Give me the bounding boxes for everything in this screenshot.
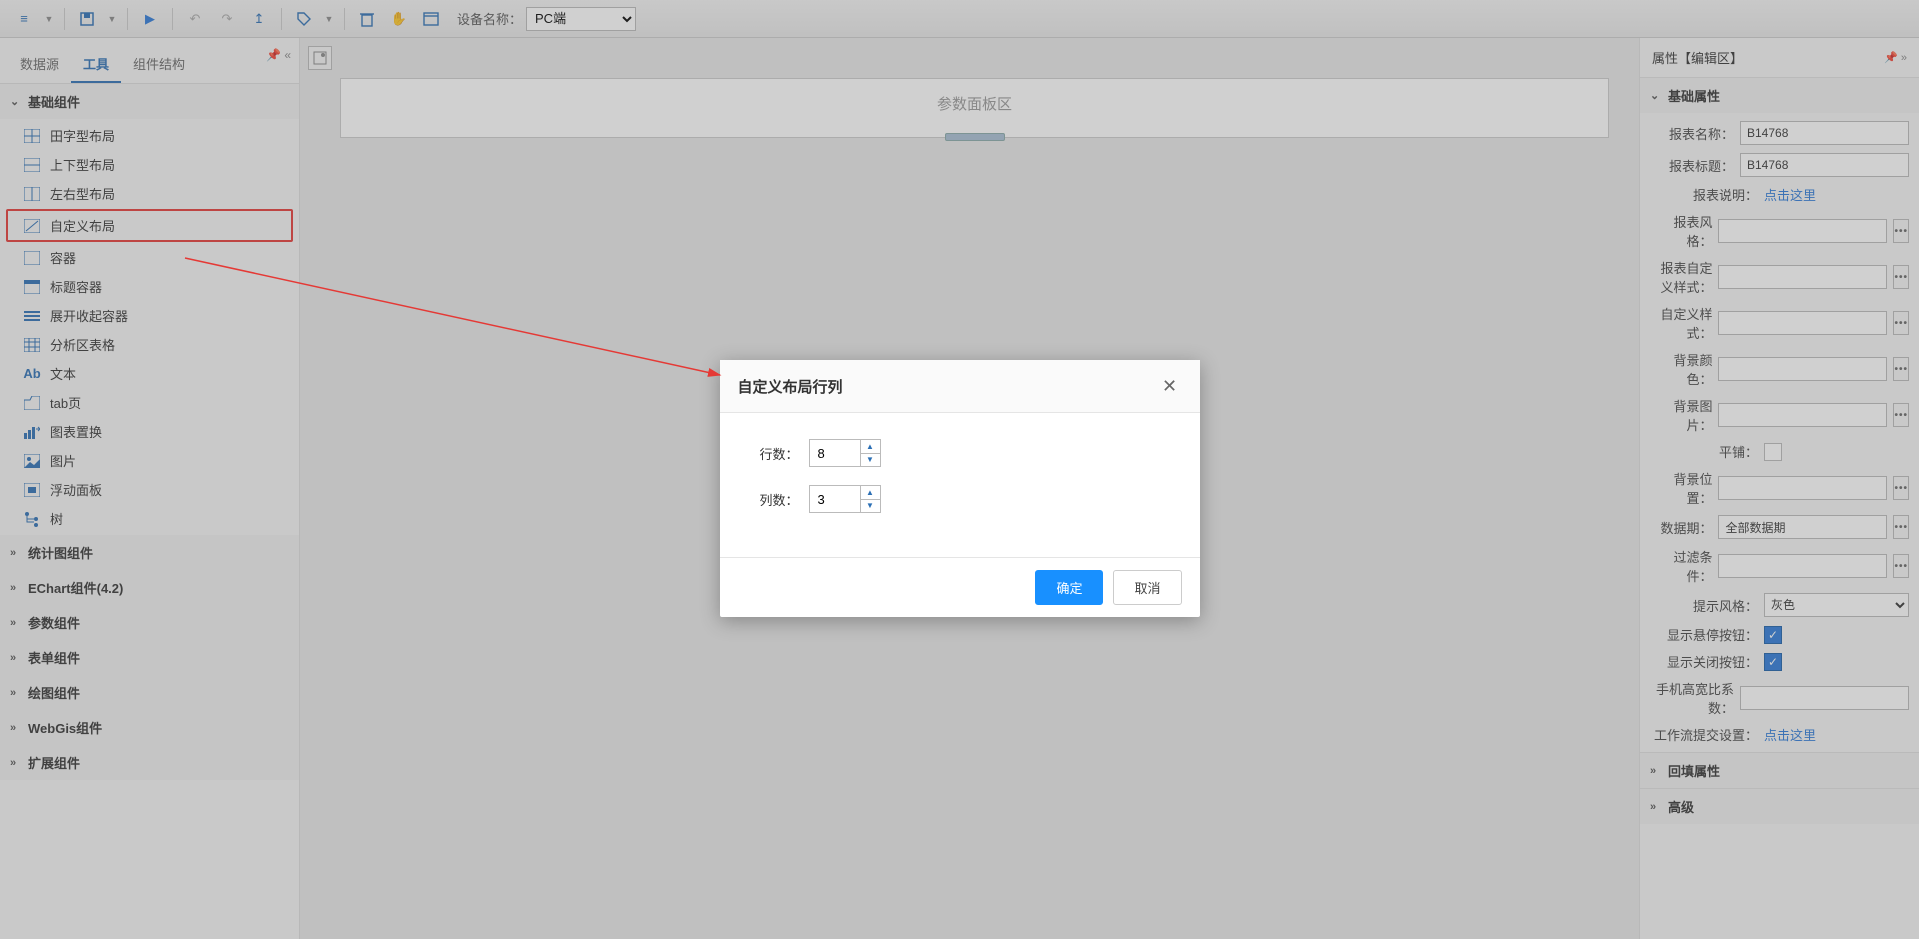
close-button[interactable]: ✕	[1158, 374, 1182, 398]
cols-input[interactable]	[810, 486, 860, 512]
cols-label: 列数：	[760, 490, 799, 509]
rows-down-button[interactable]: ▼	[861, 454, 880, 467]
custom-layout-dialog: 自定义布局行列 ✕ 行数： ▲▼ 列数： ▲▼ 确定 取消	[720, 360, 1200, 617]
ok-button[interactable]: 确定	[1035, 570, 1103, 605]
cancel-button[interactable]: 取消	[1113, 570, 1181, 605]
rows-input[interactable]	[810, 440, 860, 466]
rows-label: 行数：	[760, 444, 799, 463]
cols-spinner: ▲▼	[809, 485, 881, 513]
rows-spinner: ▲▼	[809, 439, 881, 467]
cols-down-button[interactable]: ▼	[861, 500, 880, 513]
cols-up-button[interactable]: ▲	[861, 486, 880, 500]
rows-up-button[interactable]: ▲	[861, 440, 880, 454]
modal-overlay: 自定义布局行列 ✕ 行数： ▲▼ 列数： ▲▼ 确定 取消	[0, 0, 1919, 939]
modal-title: 自定义布局行列	[738, 376, 843, 397]
